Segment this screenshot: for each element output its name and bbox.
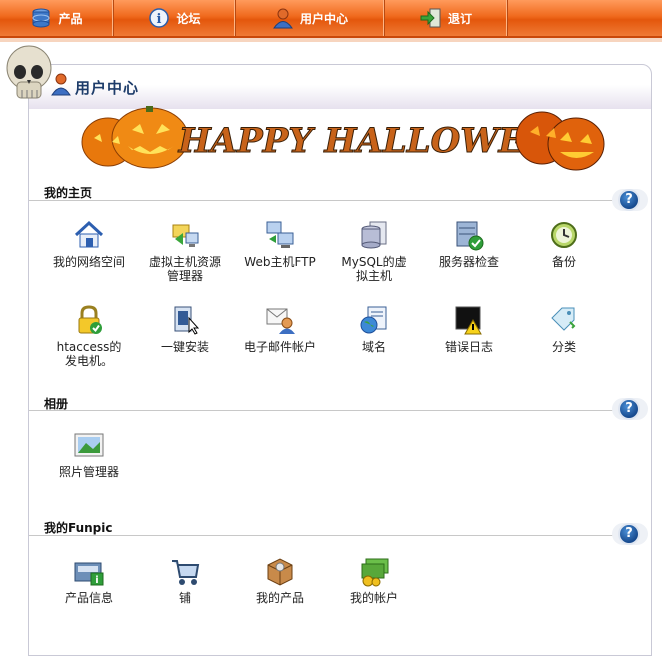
nav-filler — [508, 0, 662, 36]
section-divider — [29, 410, 615, 411]
email-account-icon — [264, 304, 296, 336]
photo-icon — [73, 429, 105, 461]
folder-network-icon — [169, 219, 201, 251]
item-error-log[interactable]: 错误日志 — [421, 304, 517, 354]
skull-icon — [6, 45, 52, 99]
nav-unsubscribe-label: 退订 — [447, 11, 472, 26]
nav-unsubscribe[interactable]: 退订 — [385, 0, 508, 36]
info-icon: i — [148, 7, 170, 29]
ftp-computers-icon — [264, 219, 296, 251]
section-divider — [29, 535, 615, 536]
item-categories[interactable]: 分类 — [516, 304, 612, 354]
item-label: 备份 — [551, 255, 576, 269]
item-shop[interactable]: 铺 — [137, 555, 233, 605]
lock-check-icon — [73, 304, 105, 336]
nav-user-center[interactable]: 用户中心 — [236, 0, 385, 36]
tag-icon — [548, 304, 580, 336]
nav-products[interactable]: 产品 — [0, 0, 114, 36]
item-my-account[interactable]: 我的帐户 — [326, 555, 422, 605]
item-email-accounts[interactable]: 电子邮件帐户 — [232, 304, 328, 354]
item-label: 虚拟主机资源管理器 — [149, 255, 222, 283]
section-divider — [29, 200, 615, 201]
shop-cart-icon — [169, 555, 201, 587]
item-label: MySQL的虚拟主机 — [341, 255, 407, 283]
product-box-icon — [264, 555, 296, 587]
item-product-info[interactable]: i 产品信息 — [41, 555, 137, 605]
item-my-products[interactable]: 我的产品 — [232, 555, 328, 605]
item-my-webspace[interactable]: 我的网络空间 — [41, 219, 137, 269]
item-label: Web主机FTP — [244, 255, 316, 269]
item-label: 产品信息 — [64, 591, 113, 605]
money-account-icon — [358, 555, 390, 587]
product-info-icon: i — [73, 555, 105, 587]
nav-under-strip — [0, 38, 662, 42]
halloween-banner: HAPPY HALLOWEEN — [81, 106, 605, 171]
item-label: 错误日志 — [444, 340, 493, 354]
item-web-host-ftp[interactable]: Web主机FTP — [232, 219, 328, 269]
item-domains[interactable]: 域名 — [326, 304, 422, 354]
help-button-photo-album[interactable]: ? — [618, 398, 640, 420]
top-navigation: 产品 i 论坛 用户中心 退订 — [0, 0, 662, 38]
exit-door-icon — [420, 7, 442, 29]
home-icon — [73, 219, 105, 251]
svg-text:i: i — [157, 12, 162, 27]
item-label: 铺 — [178, 591, 191, 605]
mysql-database-icon — [358, 219, 390, 251]
server-check-icon — [453, 219, 485, 251]
nav-forum-label: 论坛 — [176, 11, 201, 26]
item-server-check[interactable]: 服务器检查 — [421, 219, 517, 269]
item-label: 我的帐户 — [349, 591, 398, 605]
help-button-my-homepage[interactable]: ? — [618, 189, 640, 211]
item-htaccess-generator[interactable]: htaccess的发电机。 — [41, 304, 137, 368]
backup-clock-icon — [548, 219, 580, 251]
item-label: 分类 — [551, 340, 576, 354]
svg-text:i: i — [95, 575, 98, 586]
item-virtual-host-resource-manager[interactable]: 虚拟主机资源管理器 — [137, 219, 233, 283]
item-label: 我的网络空间 — [52, 255, 125, 269]
domain-globe-icon — [358, 304, 390, 336]
user-icon — [272, 7, 294, 29]
section-title-my-homepage: 我的主页 — [44, 186, 93, 200]
help-button-my-funpic[interactable]: ? — [618, 523, 640, 545]
page-title: 用户中心 — [75, 79, 140, 97]
item-label: 服务器检查 — [438, 255, 499, 269]
nav-products-label: 产品 — [58, 11, 83, 26]
error-log-icon — [453, 304, 485, 336]
section-title-my-funpic: 我的Funpic — [44, 521, 113, 535]
item-label: 一键安装 — [160, 340, 209, 354]
item-photo-manager[interactable]: 照片管理器 — [41, 429, 137, 479]
item-label: htaccess的发电机。 — [56, 340, 122, 368]
item-label: 我的产品 — [255, 591, 304, 605]
item-mysql-virtual-host[interactable]: MySQL的虚拟主机 — [326, 219, 422, 283]
item-label: 电子邮件帐户 — [243, 340, 316, 354]
one-click-install-icon — [169, 304, 201, 336]
nav-forum[interactable]: i 论坛 — [114, 0, 236, 36]
item-label: 域名 — [361, 340, 386, 354]
item-label: 照片管理器 — [58, 465, 119, 479]
database-icon — [30, 7, 52, 29]
user-center-icon — [51, 73, 71, 96]
item-one-click-install[interactable]: 一键安装 — [137, 304, 233, 354]
item-backup[interactable]: 备份 — [516, 219, 612, 269]
nav-user-center-label: 用户中心 — [299, 11, 348, 26]
